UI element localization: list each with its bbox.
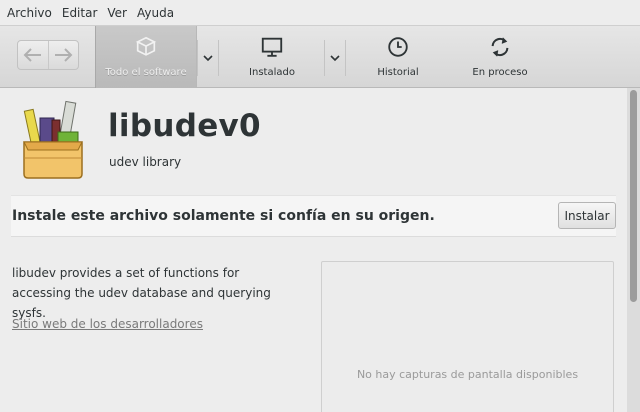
history-button[interactable]: Historial [348, 26, 448, 88]
clock-icon [388, 37, 408, 57]
forward-arrow-icon [55, 48, 73, 62]
in-progress-button[interactable]: En proceso [450, 26, 550, 88]
screenshots-placeholder: No hay capturas de pantalla disponibles [321, 261, 614, 412]
back-arrow-icon [23, 48, 41, 62]
package-icon [135, 36, 157, 56]
refresh-icon [491, 37, 509, 57]
forward-button[interactable] [47, 41, 79, 69]
developer-website-link[interactable]: Sitio web de los desarrolladores [12, 317, 203, 331]
chevron-down-icon [203, 54, 213, 61]
app-details-panel: libudev0 udev library Instale este archi… [0, 88, 627, 412]
menu-ayuda[interactable]: Ayuda [132, 6, 179, 20]
monitor-icon [261, 37, 283, 57]
toolbar: Todo el software Instalado Historial En … [0, 25, 640, 88]
installed-label: Instalado [249, 67, 295, 78]
menu-ver[interactable]: Ver [102, 6, 132, 20]
history-label: Historial [377, 67, 419, 78]
back-button[interactable] [18, 41, 48, 69]
app-description: libudev provides a set of functions for … [12, 266, 271, 320]
installed-dropdown[interactable] [324, 40, 346, 76]
vertical-scrollbar[interactable] [627, 88, 640, 412]
app-summary: udev library [109, 155, 182, 169]
no-screenshots-text: No hay capturas de pantalla disponibles [356, 368, 579, 381]
menu-archivo[interactable]: Archivo [2, 6, 57, 20]
install-warning-text: Instale este archivo solamente si confía… [12, 208, 435, 224]
all-software-label: Todo el software [105, 67, 187, 78]
menu-editar[interactable]: Editar [57, 6, 103, 20]
install-button[interactable]: Instalar [558, 202, 616, 229]
chevron-down-icon [330, 54, 340, 61]
menubar: Archivo Editar Ver Ayuda [0, 0, 640, 25]
nav-button-group [17, 40, 79, 70]
in-progress-label: En proceso [472, 67, 528, 78]
installed-button[interactable]: Instalado [222, 26, 322, 88]
all-software-dropdown[interactable] [197, 40, 219, 76]
package-box-icon [23, 100, 83, 179]
app-title: libudev0 [108, 108, 261, 144]
install-warning-bar: Instale este archivo solamente si confía… [11, 195, 616, 237]
scrollbar-thumb[interactable] [630, 90, 637, 302]
all-software-button[interactable]: Todo el software [95, 26, 197, 88]
